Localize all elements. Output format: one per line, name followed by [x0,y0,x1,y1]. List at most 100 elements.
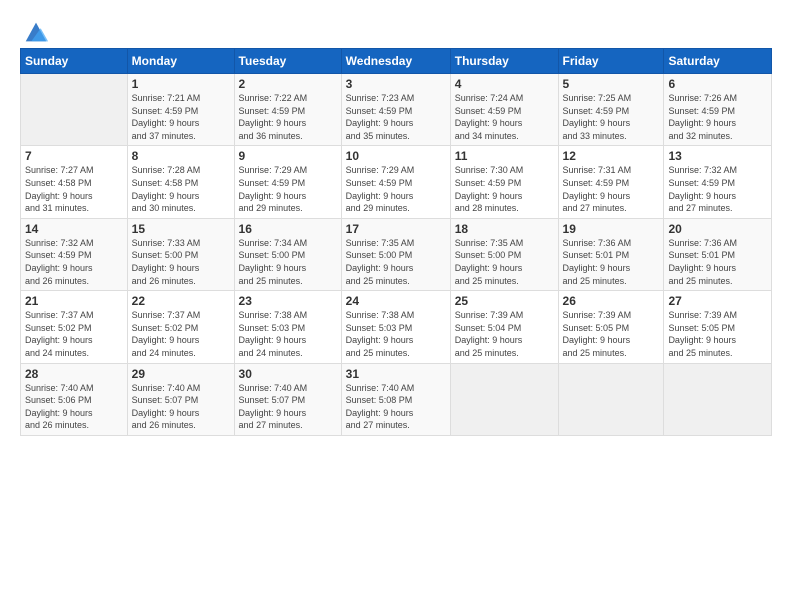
day-cell: 9Sunrise: 7:29 AM Sunset: 4:59 PM Daylig… [234,146,341,218]
day-cell: 3Sunrise: 7:23 AM Sunset: 4:59 PM Daylig… [341,74,450,146]
day-detail: Sunrise: 7:29 AM Sunset: 4:59 PM Dayligh… [239,164,337,214]
day-detail: Sunrise: 7:24 AM Sunset: 4:59 PM Dayligh… [455,92,554,142]
day-detail: Sunrise: 7:40 AM Sunset: 5:07 PM Dayligh… [239,382,337,432]
day-cell: 14Sunrise: 7:32 AM Sunset: 4:59 PM Dayli… [21,218,128,290]
week-row-5: 28Sunrise: 7:40 AM Sunset: 5:06 PM Dayli… [21,363,772,435]
day-detail: Sunrise: 7:25 AM Sunset: 4:59 PM Dayligh… [563,92,660,142]
day-detail: Sunrise: 7:39 AM Sunset: 5:04 PM Dayligh… [455,309,554,359]
day-cell [450,363,558,435]
day-detail: Sunrise: 7:31 AM Sunset: 4:59 PM Dayligh… [563,164,660,214]
day-number: 27 [668,294,767,308]
day-detail: Sunrise: 7:30 AM Sunset: 4:59 PM Dayligh… [455,164,554,214]
day-cell: 20Sunrise: 7:36 AM Sunset: 5:01 PM Dayli… [664,218,772,290]
day-number: 30 [239,367,337,381]
day-cell: 11Sunrise: 7:30 AM Sunset: 4:59 PM Dayli… [450,146,558,218]
day-number: 8 [132,149,230,163]
day-cell: 4Sunrise: 7:24 AM Sunset: 4:59 PM Daylig… [450,74,558,146]
day-detail: Sunrise: 7:35 AM Sunset: 5:00 PM Dayligh… [346,237,446,287]
day-cell: 17Sunrise: 7:35 AM Sunset: 5:00 PM Dayli… [341,218,450,290]
week-row-3: 14Sunrise: 7:32 AM Sunset: 4:59 PM Dayli… [21,218,772,290]
day-detail: Sunrise: 7:36 AM Sunset: 5:01 PM Dayligh… [668,237,767,287]
day-number: 20 [668,222,767,236]
day-detail: Sunrise: 7:29 AM Sunset: 4:59 PM Dayligh… [346,164,446,214]
day-cell: 27Sunrise: 7:39 AM Sunset: 5:05 PM Dayli… [664,291,772,363]
day-detail: Sunrise: 7:39 AM Sunset: 5:05 PM Dayligh… [563,309,660,359]
day-cell: 7Sunrise: 7:27 AM Sunset: 4:58 PM Daylig… [21,146,128,218]
weekday-saturday: Saturday [664,49,772,74]
day-cell: 31Sunrise: 7:40 AM Sunset: 5:08 PM Dayli… [341,363,450,435]
logo [20,18,50,42]
day-detail: Sunrise: 7:26 AM Sunset: 4:59 PM Dayligh… [668,92,767,142]
day-number: 17 [346,222,446,236]
day-number: 7 [25,149,123,163]
day-detail: Sunrise: 7:32 AM Sunset: 4:59 PM Dayligh… [25,237,123,287]
day-number: 19 [563,222,660,236]
day-detail: Sunrise: 7:33 AM Sunset: 5:00 PM Dayligh… [132,237,230,287]
day-detail: Sunrise: 7:22 AM Sunset: 4:59 PM Dayligh… [239,92,337,142]
day-number: 28 [25,367,123,381]
day-cell: 15Sunrise: 7:33 AM Sunset: 5:00 PM Dayli… [127,218,234,290]
day-cell: 10Sunrise: 7:29 AM Sunset: 4:59 PM Dayli… [341,146,450,218]
day-number: 4 [455,77,554,91]
day-detail: Sunrise: 7:23 AM Sunset: 4:59 PM Dayligh… [346,92,446,142]
weekday-header-row: SundayMondayTuesdayWednesdayThursdayFrid… [21,49,772,74]
weekday-sunday: Sunday [21,49,128,74]
day-number: 23 [239,294,337,308]
day-number: 1 [132,77,230,91]
day-detail: Sunrise: 7:40 AM Sunset: 5:07 PM Dayligh… [132,382,230,432]
weekday-friday: Friday [558,49,664,74]
day-detail: Sunrise: 7:37 AM Sunset: 5:02 PM Dayligh… [132,309,230,359]
day-cell: 2Sunrise: 7:22 AM Sunset: 4:59 PM Daylig… [234,74,341,146]
day-cell: 22Sunrise: 7:37 AM Sunset: 5:02 PM Dayli… [127,291,234,363]
day-cell: 21Sunrise: 7:37 AM Sunset: 5:02 PM Dayli… [21,291,128,363]
day-cell: 24Sunrise: 7:38 AM Sunset: 5:03 PM Dayli… [341,291,450,363]
day-number: 9 [239,149,337,163]
day-cell: 5Sunrise: 7:25 AM Sunset: 4:59 PM Daylig… [558,74,664,146]
day-cell: 30Sunrise: 7:40 AM Sunset: 5:07 PM Dayli… [234,363,341,435]
day-detail: Sunrise: 7:39 AM Sunset: 5:05 PM Dayligh… [668,309,767,359]
day-cell: 18Sunrise: 7:35 AM Sunset: 5:00 PM Dayli… [450,218,558,290]
day-number: 16 [239,222,337,236]
day-cell [21,74,128,146]
day-number: 15 [132,222,230,236]
day-cell: 12Sunrise: 7:31 AM Sunset: 4:59 PM Dayli… [558,146,664,218]
weekday-monday: Monday [127,49,234,74]
weekday-thursday: Thursday [450,49,558,74]
day-cell: 26Sunrise: 7:39 AM Sunset: 5:05 PM Dayli… [558,291,664,363]
day-number: 26 [563,294,660,308]
day-number: 2 [239,77,337,91]
day-number: 3 [346,77,446,91]
day-number: 14 [25,222,123,236]
header [20,18,772,42]
day-number: 21 [25,294,123,308]
day-cell: 1Sunrise: 7:21 AM Sunset: 4:59 PM Daylig… [127,74,234,146]
calendar: SundayMondayTuesdayWednesdayThursdayFrid… [20,48,772,436]
day-detail: Sunrise: 7:27 AM Sunset: 4:58 PM Dayligh… [25,164,123,214]
day-detail: Sunrise: 7:40 AM Sunset: 5:08 PM Dayligh… [346,382,446,432]
day-number: 5 [563,77,660,91]
day-cell [664,363,772,435]
week-row-1: 1Sunrise: 7:21 AM Sunset: 4:59 PM Daylig… [21,74,772,146]
day-number: 12 [563,149,660,163]
day-cell: 16Sunrise: 7:34 AM Sunset: 5:00 PM Dayli… [234,218,341,290]
day-detail: Sunrise: 7:38 AM Sunset: 5:03 PM Dayligh… [346,309,446,359]
day-detail: Sunrise: 7:38 AM Sunset: 5:03 PM Dayligh… [239,309,337,359]
day-number: 10 [346,149,446,163]
day-number: 18 [455,222,554,236]
day-cell: 19Sunrise: 7:36 AM Sunset: 5:01 PM Dayli… [558,218,664,290]
day-detail: Sunrise: 7:28 AM Sunset: 4:58 PM Dayligh… [132,164,230,214]
week-row-2: 7Sunrise: 7:27 AM Sunset: 4:58 PM Daylig… [21,146,772,218]
day-cell: 23Sunrise: 7:38 AM Sunset: 5:03 PM Dayli… [234,291,341,363]
day-cell: 6Sunrise: 7:26 AM Sunset: 4:59 PM Daylig… [664,74,772,146]
day-number: 24 [346,294,446,308]
day-detail: Sunrise: 7:32 AM Sunset: 4:59 PM Dayligh… [668,164,767,214]
day-number: 6 [668,77,767,91]
day-number: 22 [132,294,230,308]
day-cell: 8Sunrise: 7:28 AM Sunset: 4:58 PM Daylig… [127,146,234,218]
day-number: 13 [668,149,767,163]
day-detail: Sunrise: 7:37 AM Sunset: 5:02 PM Dayligh… [25,309,123,359]
day-detail: Sunrise: 7:40 AM Sunset: 5:06 PM Dayligh… [25,382,123,432]
weekday-wednesday: Wednesday [341,49,450,74]
day-detail: Sunrise: 7:34 AM Sunset: 5:00 PM Dayligh… [239,237,337,287]
day-cell: 28Sunrise: 7:40 AM Sunset: 5:06 PM Dayli… [21,363,128,435]
